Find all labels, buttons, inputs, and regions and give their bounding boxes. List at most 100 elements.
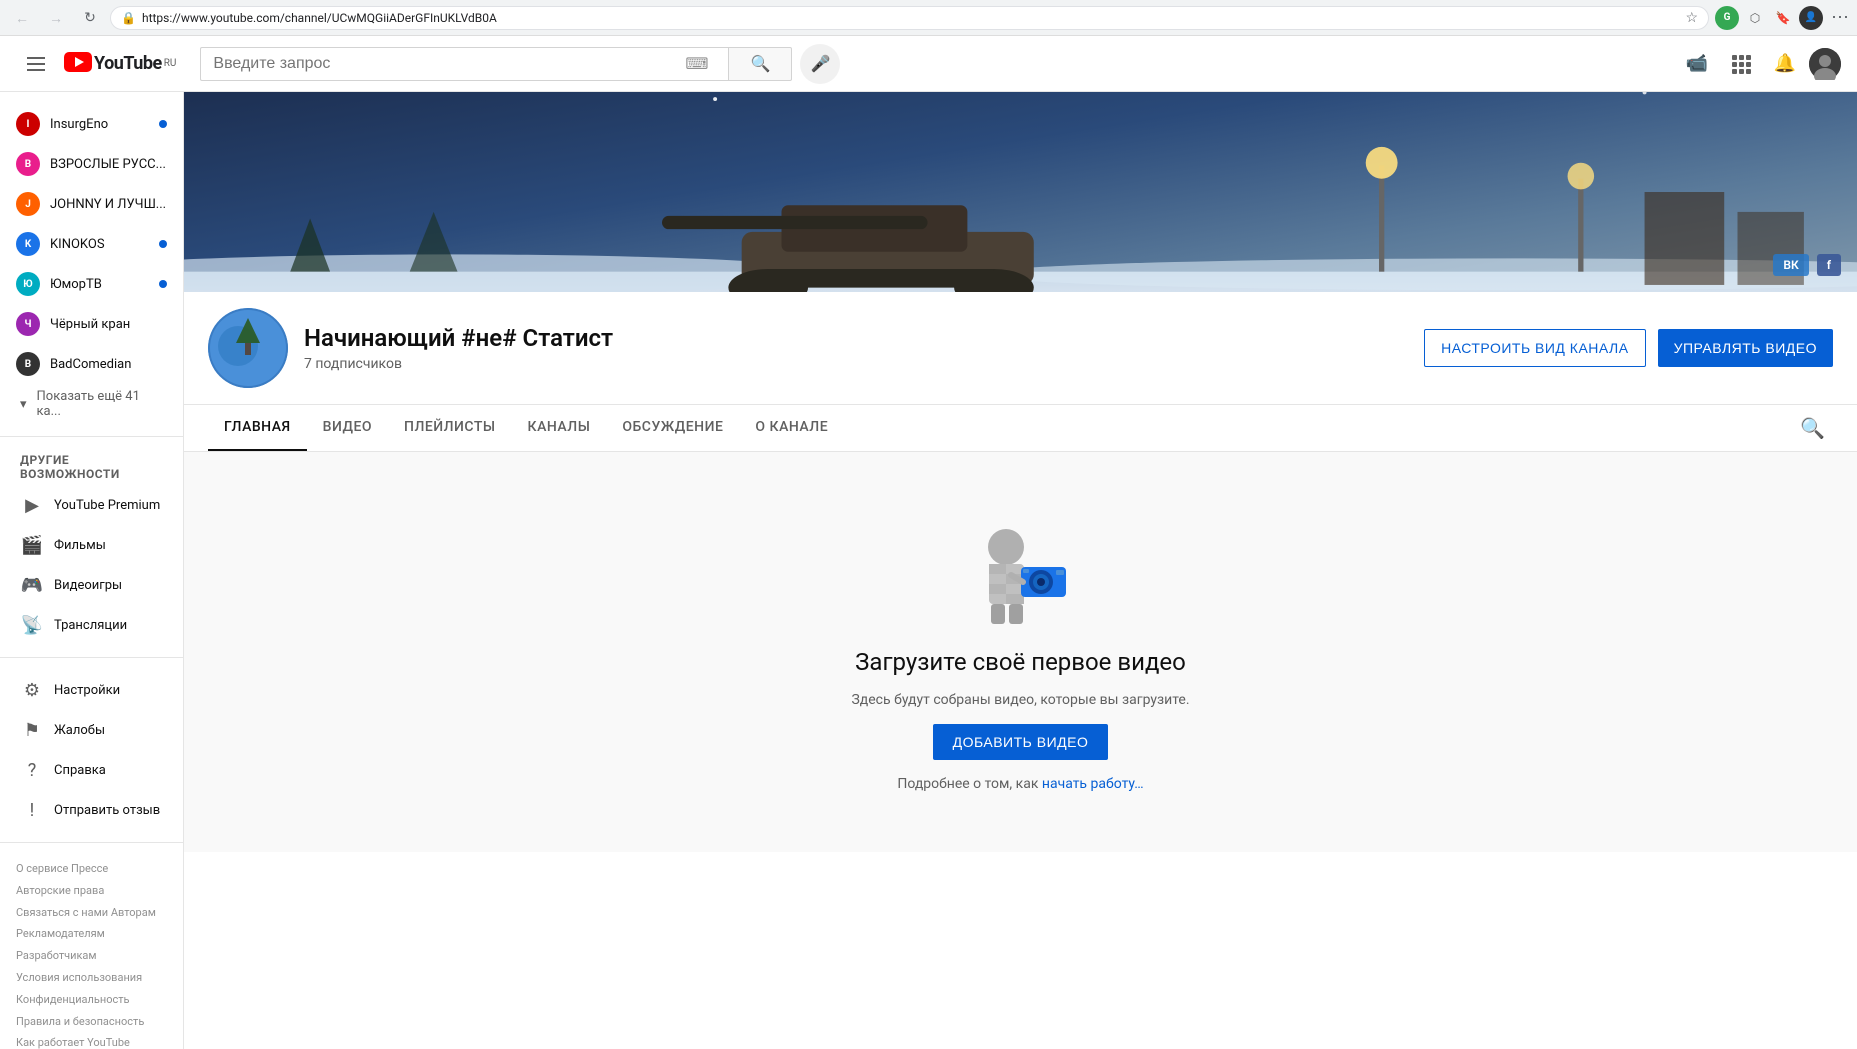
channel-meta: Начинающий #не# Статист 7 подписчиков bbox=[304, 324, 1408, 372]
channel-avatar-small: Ю bbox=[16, 272, 40, 296]
footer-link[interactable]: Условия использования bbox=[16, 971, 142, 984]
footer-link[interactable]: Как работает YouTube bbox=[16, 1036, 130, 1049]
sidebar-item-справка[interactable]: ? Справка bbox=[8, 750, 175, 790]
footer-link[interactable]: Разработчикам bbox=[16, 949, 97, 962]
voice-search-button[interactable]: 🎤 bbox=[800, 44, 840, 84]
footer-link[interactable]: Рекламодателям bbox=[16, 927, 105, 940]
facebook-button[interactable]: f bbox=[1817, 254, 1841, 276]
footer-link[interactable]: Авторам bbox=[111, 906, 156, 919]
tab-search-button[interactable]: 🔍 bbox=[1792, 408, 1833, 448]
forward-button[interactable]: → bbox=[42, 4, 70, 32]
tab-видео[interactable]: ВИДЕО bbox=[307, 405, 388, 451]
sidebar-channel-item[interactable]: I InsurgEno bbox=[4, 104, 179, 144]
add-video-button[interactable]: ДОБАВИТЬ ВИДЕО bbox=[933, 724, 1109, 760]
sidebar-item-видеоигры[interactable]: 🎮 Видеоигры bbox=[8, 565, 175, 605]
lock-icon: 🔒 bbox=[121, 11, 136, 25]
page-body: I InsurgEno В ВЗРОСЛЫЕ РУСС... J JOHNNY … bbox=[0, 92, 1857, 1049]
sidebar-item-отправить-отзыв[interactable]: ! Отправить отзыв bbox=[8, 790, 175, 830]
browser-extensions: G ⬡ 🔖 👤 ⋯ bbox=[1715, 6, 1849, 30]
channel-avatar-small: B bbox=[16, 352, 40, 376]
empty-title: Загрузите своё первое видео bbox=[855, 648, 1186, 676]
ext-icon-3[interactable]: 🔖 bbox=[1771, 6, 1795, 30]
sidebar-channel-item[interactable]: B BadComedian bbox=[4, 344, 179, 384]
footer-link[interactable]: Правила и безопасность bbox=[16, 1015, 144, 1028]
search-bar: ⌨ 🔍 🎤 bbox=[200, 44, 840, 84]
sidebar-item-youtube-premium[interactable]: ▶ YouTube Premium bbox=[8, 485, 175, 525]
search-input[interactable] bbox=[213, 55, 685, 73]
sidebar-item-фильмы[interactable]: 🎬 Фильмы bbox=[8, 525, 175, 565]
keyboard-icon: ⌨ bbox=[685, 54, 708, 73]
ext-icon-2[interactable]: ⬡ bbox=[1743, 6, 1767, 30]
banner-social-icons: ВК f bbox=[1773, 254, 1841, 276]
footer-link[interactable]: Связаться с нами bbox=[16, 906, 108, 919]
channel-actions: НАСТРОИТЬ ВИД КАНАЛА УПРАВЛЯТЬ ВИДЕО bbox=[1424, 329, 1833, 367]
sidebar-channel-item[interactable]: J JOHNNY И ЛУЧШ... bbox=[4, 184, 179, 224]
sidebar-item-label: Видеоигры bbox=[54, 578, 122, 593]
reload-button[interactable]: ↻ bbox=[76, 4, 104, 32]
tab-главная[interactable]: ГЛАВНАЯ bbox=[208, 405, 307, 451]
search-input-wrap[interactable]: ⌨ bbox=[200, 47, 728, 81]
channel-avatar-small: K bbox=[16, 232, 40, 256]
youtube-logo[interactable]: YouTube RU bbox=[64, 50, 176, 78]
footer-link[interactable]: Конфиденциальность bbox=[16, 993, 130, 1006]
ext-icon-1[interactable]: G bbox=[1715, 6, 1739, 30]
sidebar-item-label: Трансляции bbox=[54, 618, 127, 633]
tab-плейлисты[interactable]: ПЛЕЙЛИСТЫ bbox=[388, 405, 512, 451]
sidebar-item-icon: ⚙ bbox=[20, 680, 44, 701]
setup-channel-button[interactable]: НАСТРОИТЬ ВИД КАНАЛА bbox=[1424, 329, 1646, 367]
user-avatar[interactable] bbox=[1809, 48, 1841, 80]
sidebar-channel-item[interactable]: В ВЗРОСЛЫЕ РУСС... bbox=[4, 144, 179, 184]
footer-link[interactable]: Прессе bbox=[71, 862, 108, 875]
channel-info-bar: Начинающий #не# Статист 7 подписчиков НА… bbox=[184, 292, 1857, 405]
tab-обсуждение[interactable]: ОБСУЖДЕНИЕ bbox=[606, 405, 739, 451]
divider-3 bbox=[0, 842, 183, 843]
sidebar-item-label: Жалобы bbox=[54, 723, 105, 738]
vk-button[interactable]: ВК bbox=[1773, 254, 1808, 276]
channel-avatar-small: Ч bbox=[16, 312, 40, 336]
header-actions: 📹 🔔 bbox=[1677, 44, 1841, 84]
tab-каналы[interactable]: КАНАЛЫ bbox=[512, 405, 607, 451]
show-more-button[interactable]: ▾ Показать ещё 41 ка... bbox=[0, 384, 183, 424]
manage-video-button[interactable]: УПРАВЛЯТЬ ВИДЕО bbox=[1658, 329, 1833, 367]
sidebar-footer: О сервисе Прессе Авторские права Связаться… bbox=[0, 851, 183, 1049]
browser-menu-button[interactable]: ⋯ bbox=[1831, 7, 1849, 28]
sidebar-item-icon: ⚑ bbox=[20, 720, 44, 741]
sidebar-item-настройки[interactable]: ⚙ Настройки bbox=[8, 670, 175, 710]
channel-avatar-large bbox=[208, 308, 288, 388]
footer-link[interactable]: Авторские права bbox=[16, 884, 104, 897]
channel-avatar-small: В bbox=[16, 152, 40, 176]
divider-1 bbox=[0, 436, 183, 437]
footer-link[interactable]: О сервисе bbox=[16, 862, 68, 875]
main-content: ВК f Начинающий bbox=[184, 92, 1857, 1049]
sidebar-item-icon: ? bbox=[20, 760, 44, 781]
address-bar[interactable]: 🔒 https://www.youtube.com/channel/UCwMQG… bbox=[110, 6, 1709, 30]
sidebar-channel-item[interactable]: Ч Чёрный кран bbox=[4, 304, 179, 344]
search-button[interactable]: 🔍 bbox=[728, 47, 792, 81]
empty-state: Загрузите своё первое видео Здесь будут … bbox=[184, 452, 1857, 852]
sidebar-item-label: Справка bbox=[54, 763, 106, 778]
settings-section: ⚙ Настройки ⚑ Жалобы ? Справка ! Отправи… bbox=[0, 666, 183, 834]
channel-avatar-small: J bbox=[16, 192, 40, 216]
channel-tabs: ГЛАВНАЯВИДЕОПЛЕЙЛИСТЫКАНАЛЫОБСУЖДЕНИЕО К… bbox=[184, 405, 1857, 452]
create-video-button[interactable]: 📹 bbox=[1677, 44, 1717, 84]
sidebar-channel-item[interactable]: K KINOKOS bbox=[4, 224, 179, 264]
channel-banner: ВК f bbox=[184, 92, 1857, 292]
browser-chrome: ← → ↻ 🔒 https://www.youtube.com/channel/… bbox=[0, 0, 1857, 36]
yt-logo-ru: RU bbox=[164, 58, 177, 69]
tab-о канале[interactable]: О КАНАЛЕ bbox=[739, 405, 844, 451]
sidebar-item-трансляции[interactable]: 📡 Трансляции bbox=[8, 605, 175, 645]
channel-title: Начинающий #не# Статист bbox=[304, 324, 1408, 352]
notifications-button[interactable]: 🔔 bbox=[1765, 44, 1805, 84]
bookmark-icon[interactable]: ☆ bbox=[1685, 10, 1698, 26]
menu-button[interactable] bbox=[16, 44, 56, 84]
apps-button[interactable] bbox=[1721, 44, 1761, 84]
sidebar-item-жалобы[interactable]: ⚑ Жалобы bbox=[8, 710, 175, 750]
sidebar-channel-item[interactable]: Ю ЮморТВ bbox=[4, 264, 179, 304]
yt-logo-text: YouTube bbox=[94, 53, 162, 74]
back-button[interactable]: ← bbox=[8, 4, 36, 32]
sidebar-item-icon: 📡 bbox=[20, 615, 44, 636]
channel-name-label: JOHNNY И ЛУЧШ... bbox=[50, 197, 167, 212]
url-text: https://www.youtube.com/channel/UCwMQGii… bbox=[142, 11, 1679, 25]
ext-icon-4[interactable]: 👤 bbox=[1799, 6, 1823, 30]
learn-more-link[interactable]: начать работу… bbox=[1042, 776, 1144, 792]
